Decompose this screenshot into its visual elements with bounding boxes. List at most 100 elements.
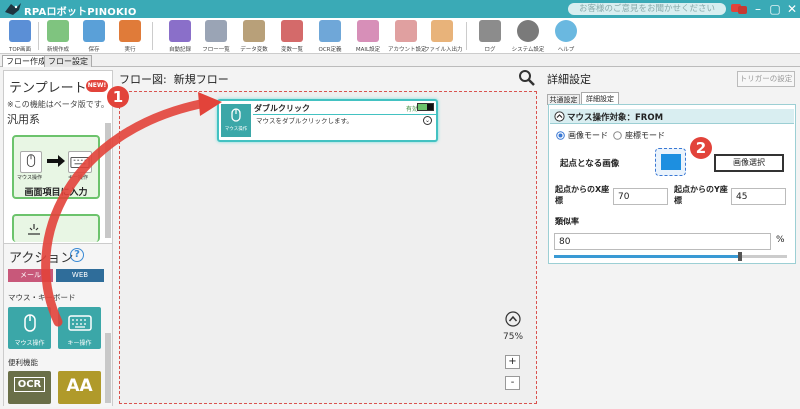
toolbar-varlist-button[interactable]: 変数一覧: [274, 20, 310, 54]
toolbar-label: 変数一覧: [280, 47, 303, 53]
tab-flow-create[interactable]: フロー作成: [2, 55, 50, 67]
toolbar-label: 新規作成: [46, 47, 69, 53]
ocr-icon: OCR: [13, 377, 46, 392]
similarity-slider-thumb[interactable]: [738, 252, 743, 261]
action-tile-aa[interactable]: AA: [58, 371, 101, 404]
step-badge-1: 1: [107, 86, 129, 108]
template-scrollbar[interactable]: [105, 123, 111, 238]
zoom-level: 75%: [503, 332, 524, 342]
toolbar-label: MAIL設定: [355, 47, 381, 53]
new-file-icon: [47, 20, 69, 42]
toolbar-label: ログ: [484, 47, 496, 53]
toolbar-account-button[interactable]: アカウント設定: [388, 20, 427, 54]
toolbar-mail-button[interactable]: MAIL設定: [350, 20, 386, 54]
radio-coord-label: 座標モード: [625, 131, 665, 140]
zoom-out-button[interactable]: -: [505, 376, 520, 390]
new-badge: NEW!: [86, 80, 108, 92]
template-card-label: 画面項目に入力: [24, 188, 88, 198]
help-icon[interactable]: ?: [70, 248, 84, 262]
toolbar-save-button[interactable]: 保存: [76, 20, 112, 54]
x-coord-label: 起点からのX座標: [555, 185, 610, 205]
radio-coordinate-mode[interactable]: [613, 131, 622, 140]
tab-web[interactable]: WEB: [56, 269, 104, 282]
sparkle-icon: [28, 224, 40, 235]
similarity-slider-track[interactable]: [554, 255, 787, 258]
title-bar: RPAロボットPINOKIO お客様のご意見をお聞かせください – ▢ ✕: [0, 0, 800, 18]
mouse-icon: [23, 314, 36, 332]
x-coord-input[interactable]: [613, 188, 668, 205]
node-description: マウスをダブルクリックします。: [256, 117, 353, 125]
flow-tabs: フロー作成 フロー設定: [0, 54, 800, 67]
flow-node-double-click[interactable]: マウス操作 ダブルクリック 有効 マウスをダブルクリックします。 ⌄: [217, 99, 438, 142]
toolbar-flowlist-button[interactable]: フロー一覧: [198, 20, 234, 54]
similarity-label: 類似率: [555, 217, 579, 226]
file-io-icon: [431, 20, 453, 42]
node-toggle[interactable]: [417, 103, 434, 111]
toolbar-label: TOP画面: [8, 47, 31, 53]
origin-image-preview[interactable]: [655, 148, 686, 176]
ocr-icon: [319, 20, 341, 42]
step-badge-2: 2: [690, 137, 712, 159]
radio-image-mode[interactable]: [556, 131, 565, 140]
beta-note: ※この機能はベータ版です。: [7, 100, 109, 109]
template-card-next[interactable]: [12, 214, 100, 242]
mouse-icon: [231, 108, 241, 122]
log-icon: [479, 20, 501, 42]
template-card-input[interactable]: マウス操作 キー操作 画面項目に入力: [12, 135, 100, 199]
close-button[interactable]: ✕: [784, 1, 800, 17]
node-icon-tile: マウス操作: [221, 104, 251, 137]
toolbar-label: ファイル入出力: [424, 47, 463, 53]
toolbar-run-button[interactable]: 実行: [112, 20, 148, 54]
feedback-link[interactable]: お客様のご意見をお聞かせください: [568, 3, 726, 15]
select-image-button[interactable]: 画像選択: [714, 154, 784, 172]
feedback-icon[interactable]: [730, 3, 748, 15]
node-icon-label: マウス操作: [224, 127, 248, 132]
keyboard-icon: [68, 151, 92, 173]
toolbar-label: 保存: [88, 47, 100, 53]
gear-icon: [517, 20, 539, 42]
template-title: テンプレート: [9, 81, 87, 96]
action-tile-mouse[interactable]: マウス操作: [8, 307, 51, 349]
action-tile-keyboard[interactable]: キー操作: [58, 307, 101, 349]
toolbar-label: システム設定: [511, 47, 545, 53]
chevron-down-icon[interactable]: ⌄: [423, 116, 432, 125]
detail-title: 詳細設定: [547, 73, 591, 86]
similarity-input[interactable]: [554, 233, 771, 250]
toolbar-record-button[interactable]: 自動記録: [162, 20, 198, 54]
toolbar-help-button[interactable]: ヘルプ: [548, 20, 584, 54]
action-tile-label: キー操作: [67, 340, 92, 347]
toolbar-ocr-button[interactable]: OCR定義: [312, 20, 348, 54]
zoom-fit-icon[interactable]: [505, 311, 521, 327]
toolbar-label: フロー一覧: [202, 47, 230, 53]
toolbar-top-button[interactable]: TOP画面: [2, 20, 38, 54]
toolbar-new-button[interactable]: 新規作成: [40, 20, 76, 54]
y-coord-input[interactable]: [731, 188, 786, 205]
toolbar-datavar-button[interactable]: データ変数: [236, 20, 272, 54]
minimize-button[interactable]: –: [750, 1, 766, 17]
toolbar-system-button[interactable]: システム設定: [510, 20, 546, 54]
account-icon: [395, 20, 417, 42]
toolbar-file-button[interactable]: ファイル入出力: [424, 20, 463, 54]
action-tile-ocr[interactable]: OCR: [8, 371, 51, 404]
toolbar-label: 自動記録: [168, 47, 191, 53]
maximize-button[interactable]: ▢: [767, 1, 783, 17]
toolbar-label: アカウント設定: [388, 47, 427, 53]
home-icon: [9, 20, 31, 42]
toolbar-label: 実行: [124, 47, 136, 53]
action-scrollbar[interactable]: [105, 333, 111, 403]
flow-title: フロー図: 新規フロー: [119, 73, 229, 86]
y-coord-label: 起点からのY座標: [674, 185, 728, 205]
percent-sign: %: [776, 235, 785, 245]
mail-icon: [357, 20, 379, 42]
trigger-settings-button[interactable]: トリガーの設定: [737, 71, 795, 87]
tab-mail[interactable]: メール: [8, 269, 53, 282]
toolbar-log-button[interactable]: ログ: [472, 20, 508, 54]
search-icon[interactable]: [518, 69, 536, 87]
play-icon: [119, 20, 141, 42]
template-key-label: キー操作: [68, 175, 89, 181]
image-thumbnail-icon: [660, 154, 681, 170]
record-icon: [169, 20, 191, 42]
collapse-icon[interactable]: [554, 111, 565, 122]
zoom-in-button[interactable]: +: [505, 355, 520, 369]
tab-flow-settings[interactable]: フロー設定: [44, 55, 92, 67]
